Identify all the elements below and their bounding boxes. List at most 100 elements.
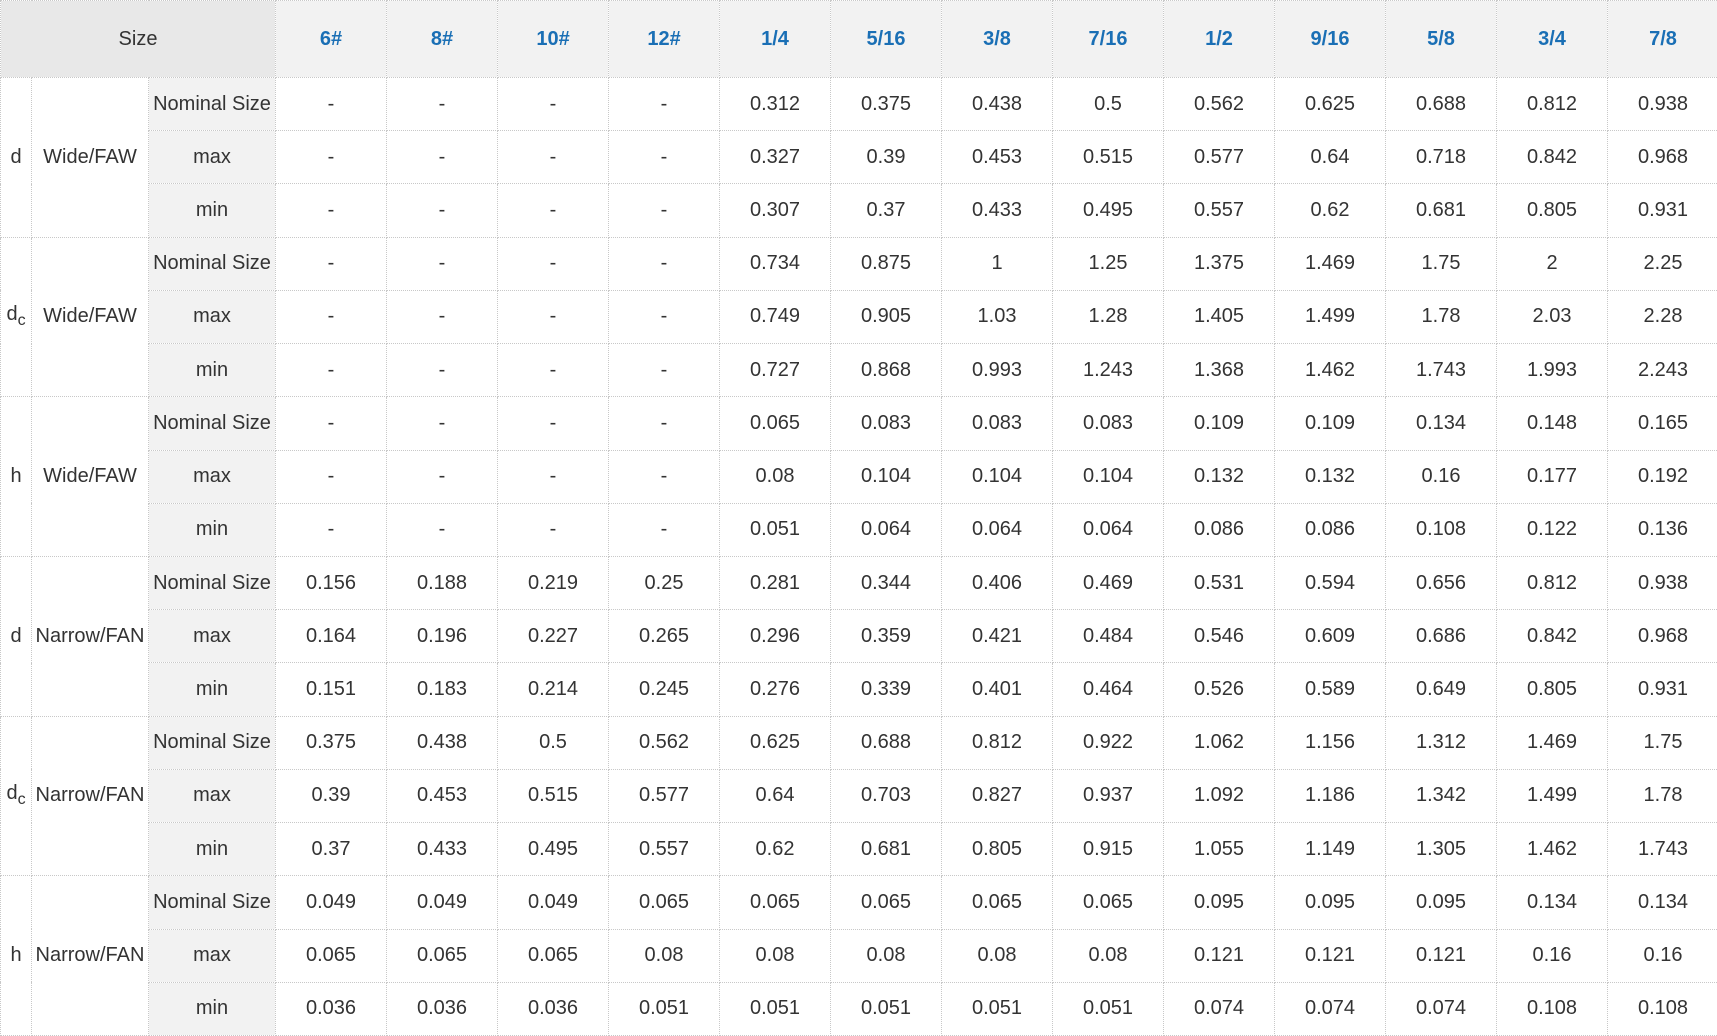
column-header[interactable]: 5/8 [1385,0,1498,78]
row-label: min [147,502,277,557]
table-cell: 0.62 [719,822,832,877]
table-cell: 0.064 [830,502,943,557]
table-row: max - - - -0.08 0.104 0.104 0.104 0.132 0.132 0.16… [1,449,1717,504]
table-row: max - - - -0.749 0.905 1.03 1.28 1.405 1.499 1.78 2… [1,289,1717,345]
row-label: max [147,928,277,983]
table-cell: 0.968 [1607,609,1717,664]
table-cell: 2.03 [1496,289,1609,345]
table-cell: - [275,343,388,398]
table-cell: 0.151 [275,662,388,717]
table-cell: - [386,130,499,185]
table-cell: 0.37 [830,183,943,238]
table-cell: 0.051 [719,502,832,557]
table-cell: 0.805 [1496,183,1609,238]
table-cell: 1.062 [1163,715,1276,770]
table-cell: - [386,76,499,132]
table-cell: - [608,449,721,504]
row-label: Nominal Size [147,76,277,132]
table-cell: 0.438 [386,715,499,770]
column-header[interactable]: 7/16 [1052,0,1165,78]
column-header[interactable]: 3/8 [941,0,1054,78]
table-cell: 1.03 [941,289,1054,345]
table-cell: 0.64 [719,768,832,824]
table-cell: 0.104 [830,449,943,504]
column-header[interactable]: 5/16 [830,0,943,78]
table-cell: - [386,502,499,557]
table-cell: 1.462 [1274,343,1387,398]
table-cell: 1.186 [1274,768,1387,824]
table-row: d Narrow/FAN Nominal Size 0.156 0.188 0.219 0.… [0,555,1717,717]
table-cell: - [608,396,721,451]
table-cell: 0.08 [830,928,943,983]
table-cell: 0.401 [941,662,1054,717]
table-row: min 0.151 0.183 0.214 0.245 0.276 0.339 0.401 0.… [1,662,1717,717]
table-cell: 0.065 [941,875,1054,930]
column-header[interactable]: 12# [608,0,721,78]
table-cell: 0.083 [941,396,1054,451]
symbol-letter: d [10,145,22,168]
table-row: max 0.065 0.065 0.065 0.08 0.08 0.08 0.08 0.08 0.… [1,928,1717,983]
column-header[interactable]: 6# [275,0,388,78]
table-cell: 1.499 [1274,289,1387,345]
row-label: max [147,768,277,824]
row-label: max [147,130,277,185]
column-header[interactable]: 3/4 [1496,0,1609,78]
table-cell: 1.75 [1385,236,1498,291]
table-cell: 0.344 [830,555,943,611]
column-header[interactable]: 10# [497,0,610,78]
column-header[interactable]: 1/4 [719,0,832,78]
table-cell: 0.433 [941,183,1054,238]
table-cell: 0.805 [941,822,1054,877]
table-cell: 0.609 [1274,609,1387,664]
table-cell: 0.08 [719,928,832,983]
table-cell: 0.095 [1274,875,1387,930]
column-header[interactable]: 8# [386,0,499,78]
table-cell: 0.546 [1163,609,1276,664]
table-cell: 1.993 [1496,343,1609,398]
table-cell: 0.557 [608,822,721,877]
table-cell: - [497,130,610,185]
table-cell: 0.495 [1052,183,1165,238]
table-cell: 0.196 [386,609,499,664]
table-cell: - [386,449,499,504]
table-cell: 0.327 [719,130,832,185]
table-cell: 0.065 [830,875,943,930]
column-header[interactable]: 9/16 [1274,0,1387,78]
row-label: Nominal Size [147,396,277,451]
table-cell: 0.649 [1385,662,1498,717]
table-cell: 0.08 [1052,928,1165,983]
table-cell: 0.074 [1274,981,1387,1036]
table-cell: 1.305 [1385,822,1498,877]
symbol-letter: d [10,624,22,647]
table-cell: 0.214 [497,662,610,717]
table-cell: - [497,343,610,398]
table-cell: 1.342 [1385,768,1498,824]
table-cell: - [275,449,388,504]
table-cell: 0.484 [1052,609,1165,664]
table-cell: 0.165 [1607,396,1717,451]
table-cell: 0.922 [1052,715,1165,770]
table-header-row: Size 6# 8# 10# 12# 1/4 5/16 3/8 7/16 1/2 9/16 5/8 3… [0,0,1717,78]
table-cell: 0.108 [1496,981,1609,1036]
table-cell: 0.688 [1385,76,1498,132]
table-cell: 0.589 [1274,662,1387,717]
table-cell: 0.562 [608,715,721,770]
column-header[interactable]: 1/2 [1163,0,1276,78]
table-cell: 0.164 [275,609,388,664]
table-cell: 0.495 [497,822,610,877]
table-cell: 0.718 [1385,130,1498,185]
column-header[interactable]: 7/8 [1607,0,1717,78]
table-cell: - [608,236,721,291]
table-cell: 0.37 [275,822,388,877]
symbol-subscript: c [17,312,26,330]
table-cell: 0.727 [719,343,832,398]
spec-table-container: Size 6# 8# 10# 12# 1/4 5/16 3/8 7/16 1/2 9/16 5/8 3… [0,0,1717,1036]
table-cell: 0.526 [1163,662,1276,717]
table-cell: 0.625 [719,715,832,770]
dimension-symbol: h [0,875,32,1036]
table-cell: 0.812 [1496,555,1609,611]
table-cell: 1 [941,236,1054,291]
size-header: Size [0,0,277,78]
table-cell: - [275,502,388,557]
table-cell: 0.086 [1163,502,1276,557]
